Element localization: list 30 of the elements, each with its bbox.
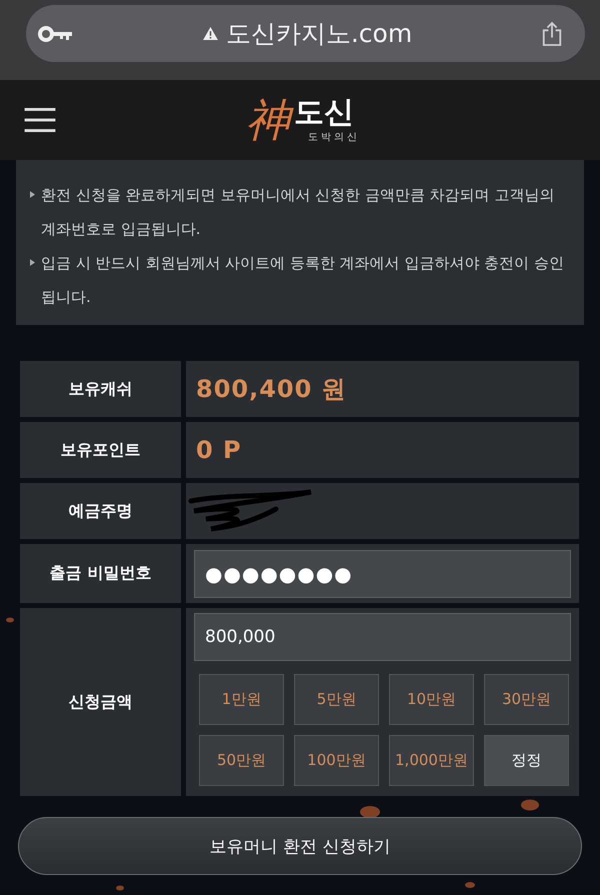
logo-name: 도신 — [294, 96, 354, 130]
reset-button[interactable]: 정정 — [484, 735, 569, 786]
password-field[interactable]: ●●●●●●●● — [194, 550, 571, 598]
amount-field[interactable]: 800,000 — [194, 613, 571, 661]
notice-text: 환전 신청을 완료하게되면 보유머니에서 신청한 금액만큼 차감되며 고객님의 계좌번호로 입금됩니다. — [41, 185, 556, 240]
bullet-icon — [30, 259, 35, 266]
amount-button[interactable]: 50만원 — [199, 735, 284, 786]
field-label: 보유포인트 — [20, 422, 181, 478]
address-bar[interactable]: 도신카지노.com — [26, 5, 585, 62]
amount-button[interactable]: 10만원 — [389, 674, 474, 725]
share-icon[interactable] — [541, 20, 563, 46]
logo-tagline: 도박의신 — [308, 131, 360, 144]
balance-value: 800,400 원 — [195, 374, 348, 405]
balance-value: 0 P — [195, 436, 243, 464]
field-label: 신청금액 — [20, 608, 181, 796]
amount-button[interactable]: 100만원 — [294, 735, 379, 786]
amount-button[interactable]: 30만원 — [484, 674, 569, 725]
bullet-icon — [30, 191, 35, 198]
field-label: 출금 비밀번호 — [20, 544, 181, 603]
notice-text: 입금 시 반드시 회원님께서 사이트에 등록한 계좌에서 입금하셔야 충전이 승인됩니다. — [41, 253, 565, 308]
warning-icon — [202, 27, 218, 40]
submit-button[interactable]: 보유머니 환전 신청하기 — [18, 817, 582, 875]
amount-button[interactable]: 1만원 — [199, 674, 284, 725]
field-label: 예금주명 — [20, 483, 181, 539]
amount-button[interactable]: 1,000만원 — [389, 735, 474, 786]
url-text: 도신카지노.com — [226, 18, 412, 50]
menu-icon[interactable] — [24, 108, 56, 132]
field-label: 보유캐쉬 — [20, 361, 181, 417]
key-icon — [38, 24, 74, 42]
amount-button[interactable]: 5만원 — [294, 674, 379, 725]
